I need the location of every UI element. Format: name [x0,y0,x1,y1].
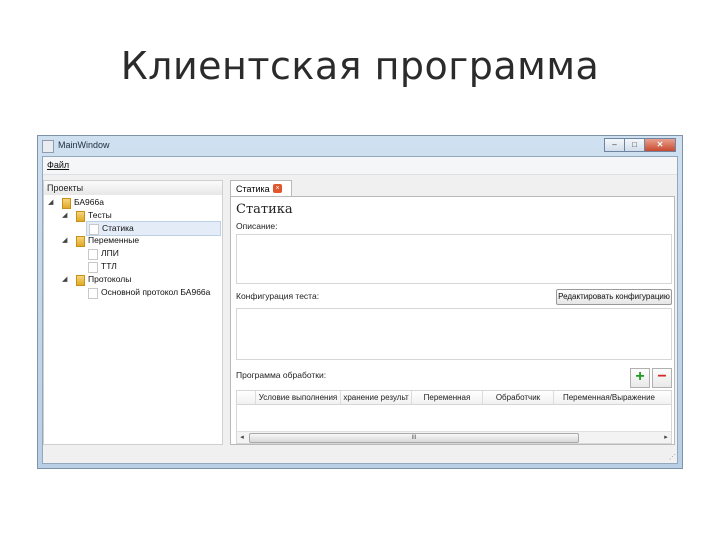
folder-icon [76,236,85,247]
horizontal-scrollbar[interactable]: ◂ III ▸ [237,431,671,443]
main-window: MainWindow – □ ✕ Файл Проекты ◢ БА966а ◢ [37,135,683,469]
expand-arrow-icon[interactable]: ◢ [48,196,53,209]
expand-arrow-icon[interactable]: ◢ [62,273,67,286]
tree-item-protocols[interactable]: ◢ Протоколы [44,273,219,286]
file-icon [88,288,98,299]
column-header[interactable]: Переменная [412,391,483,404]
processing-label: Программа обработки: [236,370,327,380]
window-title: MainWindow [58,140,110,150]
row-header-corner [237,391,256,404]
tree-item-lpi[interactable]: ЛПИ [86,247,219,260]
tree-item-variables[interactable]: ◢ Переменные [44,234,219,247]
column-header[interactable]: Переменная/Выражение [554,391,664,404]
folder-icon [76,211,85,222]
scroll-right-icon[interactable]: ▸ [661,432,671,443]
tab-statika[interactable]: Статика × [230,180,292,197]
status-bar: ⋰ [43,447,677,463]
folder-icon [76,275,85,286]
tree-item-ba966a[interactable]: ◢ БА966а [44,196,219,209]
menu-file[interactable]: Файл [47,160,69,170]
description-label: Описание: [236,221,278,231]
tree-item-label: ЛПИ [101,248,119,258]
editor-panel: Статика × Статика Описание: Конфигурация… [227,180,677,445]
file-icon [88,262,98,273]
slide-title: Клиентская программа [120,44,600,88]
tree-item-label: Протоколы [88,274,132,284]
scrollbar-thumb[interactable]: III [249,433,579,443]
maximize-button[interactable]: □ [624,138,645,152]
window-controls: – □ ✕ [604,138,676,152]
column-header[interactable]: Обработчик [483,391,554,404]
tab-content: Статика Описание: Конфигурация теста: Ре… [230,196,675,445]
project-tree: ◢ БА966а ◢ Тесты Статика ◢ Переменные ЛП… [43,195,223,445]
minimize-button[interactable]: – [604,138,625,152]
app-icon [42,140,54,153]
expand-arrow-icon[interactable]: ◢ [62,234,67,247]
config-label: Конфигурация теста: [236,291,320,301]
projects-header: Проекты [43,180,223,196]
tree-item-label: Переменные [88,235,140,245]
close-button[interactable]: ✕ [644,138,676,152]
column-header[interactable]: хранение результ [341,391,412,404]
config-field[interactable] [236,308,672,360]
page-title: Статика [236,202,293,217]
projects-panel: Проекты ◢ БА966а ◢ Тесты Статика ◢ Перем… [43,180,223,445]
window-client: Файл Проекты ◢ БА966а ◢ Тесты Статика ◢ … [42,156,678,464]
add-button[interactable]: + [630,368,650,388]
processing-table: Условие выполнения хранение результ Пере… [236,390,672,444]
column-header[interactable]: Условие выполнения [256,391,341,404]
title-bar[interactable]: MainWindow – □ ✕ [38,136,682,156]
tab-label: Статика [236,184,270,194]
file-icon [88,249,98,260]
tree-item-label: БА966а [74,197,104,207]
tree-item-label: ТТЛ [101,261,117,271]
remove-button[interactable]: − [652,368,672,388]
edit-config-button[interactable]: Редактировать конфигурацию [556,289,672,305]
table-header: Условие выполнения хранение результ Пере… [237,391,671,405]
expand-arrow-icon[interactable]: ◢ [62,209,67,222]
close-icon[interactable]: × [273,184,282,193]
scroll-left-icon[interactable]: ◂ [237,432,247,443]
tree-item-main-protocol[interactable]: Основной протокол БА966а [86,286,219,299]
description-field[interactable] [236,234,672,284]
folder-icon [62,198,71,209]
tree-item-label: Основной протокол БА966а [101,287,211,297]
tree-item-ttl[interactable]: ТТЛ [86,260,219,273]
menu-bar: Файл [43,157,677,175]
resize-grip-icon[interactable]: ⋰ [669,453,676,461]
